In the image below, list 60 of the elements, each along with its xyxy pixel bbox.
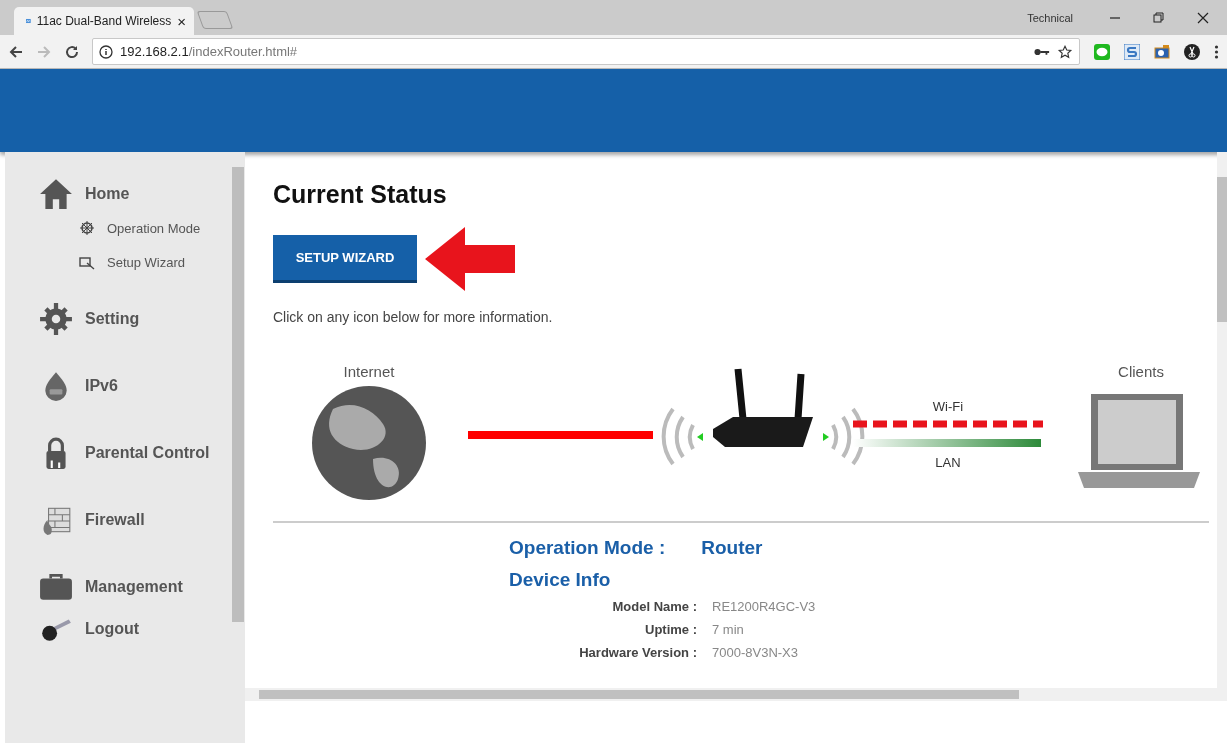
lan-label: LAN [935, 455, 961, 470]
sidebar-subitem-label: Operation Mode [107, 220, 201, 236]
reload-icon[interactable] [64, 43, 80, 60]
device-info-title: Device Info [509, 569, 611, 590]
wheel-icon [79, 220, 95, 236]
info-value: RE1200R4GC-V3 [712, 599, 816, 614]
wizard-icon [79, 254, 95, 270]
sidebar-item-label: Setting [85, 310, 140, 328]
sidebar-item-label: Firewall [85, 511, 145, 529]
scissors-extension-icon[interactable] [1184, 43, 1200, 60]
hint-text: Click on any icon below for more information. [273, 309, 554, 325]
page-title: Current Status [273, 180, 448, 209]
info-value: 7 min [712, 622, 744, 637]
sidebar-subitem[interactable]: Operation Mode [79, 221, 231, 235]
profile-name[interactable]: Technical [1027, 11, 1073, 24]
sidebar-item-label: Parental Control [85, 444, 210, 462]
wifi-label: Wi-Fi [932, 399, 964, 414]
close-icon[interactable] [1197, 11, 1209, 24]
sidebar-item[interactable]: Setting [39, 299, 231, 339]
laptop-icon[interactable] [1078, 394, 1200, 488]
sidebar-item-label: Logout [85, 620, 140, 638]
tab-title: 11ac Dual-Band Wireless [36, 14, 172, 28]
operation-mode-value: Router [701, 537, 763, 559]
sidebar-item-label: Home [85, 185, 130, 203]
arrow-icon [425, 227, 515, 291]
sidebar-item[interactable]: Management [39, 567, 231, 607]
gear-icon [39, 302, 73, 336]
address-bar[interactable]: 192.168.2.1/indexRouter.html# [92, 38, 1080, 65]
sidebar-item[interactable]: Firewall [39, 500, 231, 540]
sidebar-item[interactable]: IPv6 [39, 366, 231, 406]
setup-wizard-button[interactable]: SETUP WIZARD [273, 235, 417, 283]
clients-label: Clients [1118, 363, 1164, 380]
menu-icon[interactable] [1214, 43, 1219, 60]
browser-tab[interactable]: 11ac Dual-Band Wireless × [14, 7, 194, 35]
info-value: 7000-8V3N-X3 [712, 645, 798, 660]
info-label: Model Name : [611, 599, 697, 614]
chat-extension-icon[interactable] [1094, 43, 1110, 60]
sidebar-item[interactable]: Home [39, 174, 231, 214]
sidebar-item-label: IPv6 [85, 377, 118, 395]
sidebar-item[interactable]: Logout [39, 609, 231, 649]
sidebar-subitem[interactable]: Setup Wizard [79, 255, 231, 269]
sidebar-item[interactable]: Parental Control [39, 433, 231, 473]
main-scrollbar[interactable] [1217, 152, 1227, 688]
restore-icon[interactable] [1153, 11, 1165, 24]
internet-label: Internet [343, 363, 395, 380]
s-extension-icon[interactable] [1124, 43, 1140, 60]
back-icon[interactable] [8, 43, 24, 60]
sidebar-item-label: Management [85, 578, 183, 596]
url-text: 192.168.2.1/indexRouter.html# [120, 44, 298, 59]
home-icon [39, 177, 73, 211]
tab-close-button[interactable]: × [177, 12, 186, 30]
camera-extension-icon[interactable] [1154, 43, 1170, 60]
globe-icon[interactable] [312, 386, 426, 500]
operation-mode-label: Operation Mode : [509, 537, 666, 559]
star-icon[interactable] [1057, 44, 1073, 59]
horizontal-scrollbar[interactable] [245, 688, 1227, 701]
info-label: Hardware Version : [578, 645, 697, 660]
info-label: Uptime : [644, 622, 697, 637]
info-icon [99, 44, 113, 59]
sidebar-subitem-label: Setup Wizard [107, 254, 186, 270]
